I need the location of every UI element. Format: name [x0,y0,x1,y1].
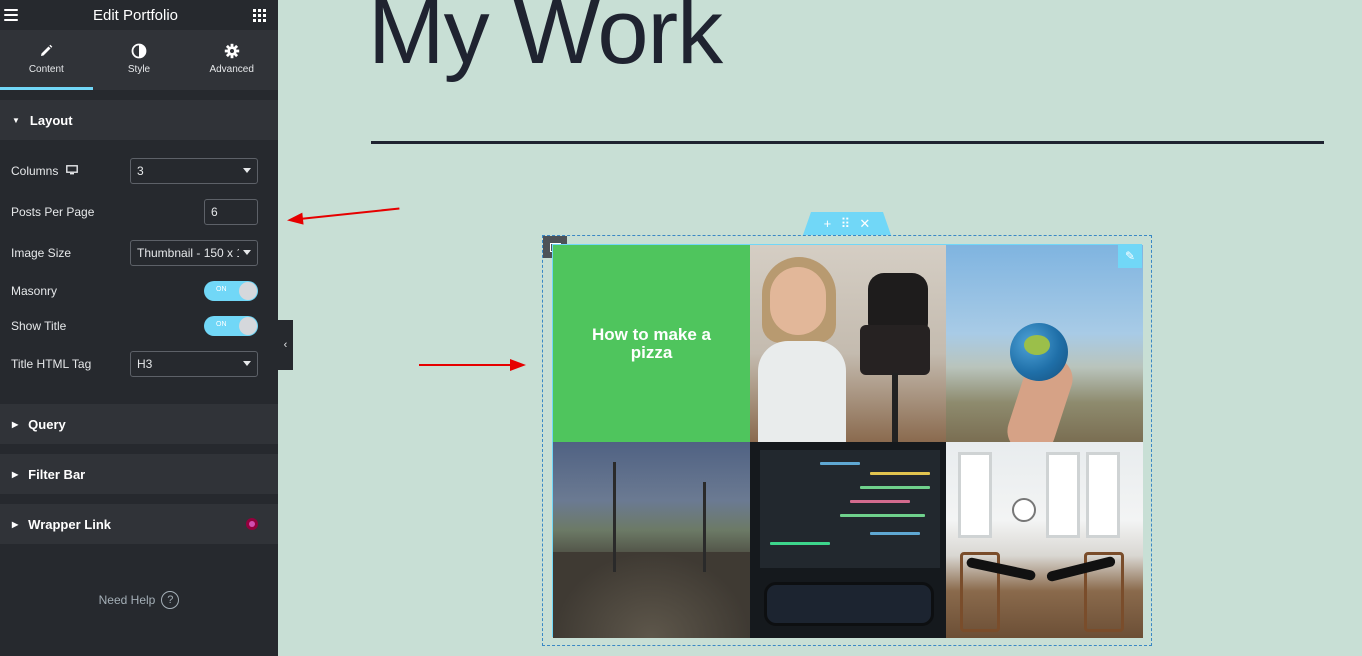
title-html-tag-label: Title HTML Tag [11,356,92,371]
posts-per-page-input[interactable] [204,198,258,225]
control-masonry: Masonry ON [11,273,258,308]
portfolio-item-image-chairs[interactable] [946,442,1143,638]
move-section-icon[interactable]: ⠿ [841,216,851,232]
caret-right-icon: ▶ [12,469,19,479]
heading-divider [371,141,1324,144]
pencil-icon [39,42,53,60]
title-html-tag-value: H3 [137,356,153,371]
portfolio-item-image-code-screen[interactable] [750,442,946,638]
portfolio-item-title: How to make a pizza [591,324,712,362]
need-help-label: Need Help [98,593,156,607]
control-posts-per-page: Posts Per Page [11,191,258,232]
collapse-panel-button[interactable]: ‹ [278,320,293,370]
section-filter-bar-header[interactable]: ▶ Filter Bar [0,454,278,494]
section-query-title: Query [28,416,66,432]
panel-header: Edit Portfolio [0,0,278,30]
columns-value: 3 [137,163,144,178]
page-heading: My Work [368,0,723,83]
question-icon: ? [161,591,180,609]
half-circle-icon [131,42,147,60]
columns-label: Columns [11,163,59,178]
image-size-label: Image Size [11,245,72,260]
portfolio-grid: How to make a pizza [552,244,1143,638]
section-layout-title: Layout [29,112,73,128]
panel-tabs: Content Style Advanced [0,30,278,90]
annotation-arrow-right [419,359,526,371]
control-image-size: Image Size Thumbnail - 150 x 150 [11,232,258,273]
tab-content[interactable]: Content [0,30,93,90]
need-help-link[interactable]: Need Help ? [0,591,278,609]
image-size-value: Thumbnail - 150 x 150 [137,245,239,260]
caret-right-icon: ▶ [12,519,19,529]
tab-content-label: Content [28,64,64,75]
edit-widget-button[interactable]: ✎ [1118,244,1142,268]
columns-select[interactable]: 3 [130,157,258,184]
show-title-toggle[interactable]: ON [204,315,258,336]
title-html-tag-select[interactable]: H3 [130,350,258,377]
menu-icon[interactable] [4,9,18,21]
portfolio-item-image-globe[interactable] [946,245,1143,442]
control-show-title: Show Title ON [11,308,258,343]
section-toolbar: + ⠿ ✕ [803,212,891,235]
pencil-icon: ✎ [1124,249,1136,263]
section-layout-body: Columns 3 Posts Per Page Image Size Thum… [0,140,278,394]
control-title-html-tag: Title HTML Tag H3 [11,343,258,384]
panel-title: Edit Portfolio [92,6,179,24]
tab-style[interactable]: Style [93,30,186,90]
section-wrapper-link-title: Wrapper Link [28,516,111,532]
desktop-icon[interactable] [66,164,79,178]
show-title-toggle-state: ON [216,320,227,328]
masonry-toggle[interactable]: ON [204,280,258,301]
editor-panel: Edit Portfolio Content Style Advanced ▼ [0,0,278,656]
pro-badge-icon [246,518,258,530]
delete-section-icon[interactable]: ✕ [859,216,870,232]
dropdown-arrow-icon [243,168,251,173]
masonry-label: Masonry [11,283,58,298]
portfolio-item-image-road[interactable] [553,442,750,638]
add-section-icon[interactable]: + [824,216,832,231]
section-filter-bar-title: Filter Bar [28,466,86,482]
dropdown-arrow-icon [243,250,251,255]
annotation-arrow-left [286,207,400,227]
tab-advanced[interactable]: Advanced [185,30,278,90]
portfolio-item-image-woman-camera[interactable] [750,245,946,442]
show-title-label: Show Title [11,318,67,333]
control-columns: Columns 3 [11,150,258,191]
dropdown-arrow-icon [243,361,251,366]
widgets-grid-icon[interactable] [252,8,266,22]
caret-right-icon: ▶ [12,419,19,429]
section-layout-header[interactable]: ▼ Layout [0,100,278,140]
posts-per-page-label: Posts Per Page [11,204,95,219]
portfolio-item-pizza[interactable]: How to make a pizza [553,245,750,442]
chevron-left-icon: ‹ [283,339,288,351]
section-wrapper-link-header[interactable]: ▶ Wrapper Link [0,504,278,544]
section-query-header[interactable]: ▶ Query [0,404,278,444]
gear-icon [224,42,240,60]
tab-style-label: Style [127,64,151,75]
caret-down-icon: ▼ [12,115,20,125]
image-size-select[interactable]: Thumbnail - 150 x 150 [130,239,258,266]
tab-advanced-label: Advanced [209,64,254,75]
masonry-toggle-state: ON [216,285,227,293]
